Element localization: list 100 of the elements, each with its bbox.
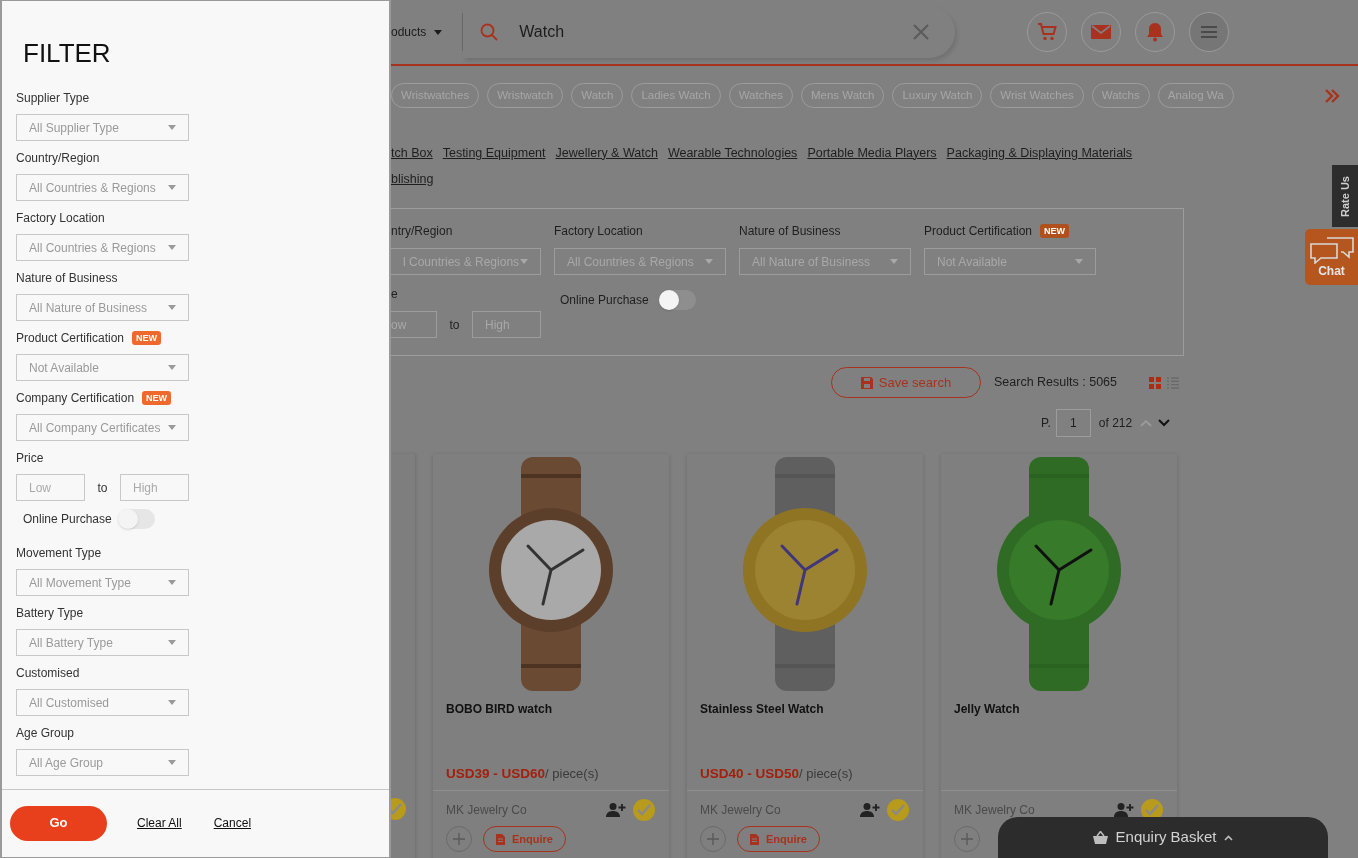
caret-icon xyxy=(1075,259,1083,264)
field-label: Factory Location xyxy=(16,210,105,227)
caret-icon xyxy=(168,640,176,645)
search-icon xyxy=(480,23,499,41)
page-total: of 212 xyxy=(1098,415,1133,432)
basket-icon xyxy=(1092,831,1108,844)
verified-badge-icon xyxy=(632,798,656,822)
category-link[interactable]: Jewellery & Watch xyxy=(555,143,658,163)
chevron-up-icon xyxy=(1224,834,1234,841)
caret-icon xyxy=(168,700,176,705)
toggle-label: Online Purchase xyxy=(23,511,112,528)
menu-icon xyxy=(1201,26,1218,38)
results-count: Search Results : 5065 xyxy=(994,374,1117,392)
caret-icon xyxy=(168,760,176,765)
caret-icon xyxy=(890,259,898,264)
category-menu[interactable]: oducts xyxy=(391,23,443,41)
field-label: Movement Type xyxy=(16,545,102,562)
chevrons-right-icon[interactable] xyxy=(1324,89,1340,103)
category-link[interactable]: Testing Equipment xyxy=(442,143,546,163)
new-badge: NEW xyxy=(132,331,162,345)
field-label: e xyxy=(391,286,399,303)
category-link[interactable]: blishing xyxy=(391,169,434,189)
toggle-label: Online Purchase xyxy=(560,292,649,309)
panel-title: FILTER xyxy=(22,37,112,70)
verified-badge-icon xyxy=(886,798,910,822)
clear-all-link[interactable]: Clear All xyxy=(137,814,182,832)
caret-icon xyxy=(168,580,176,585)
chevron-down-icon[interactable] xyxy=(1158,419,1171,427)
select-field[interactable]: All Countries & Regions xyxy=(16,234,189,261)
select-field[interactable]: All Countries & Regions xyxy=(16,174,189,201)
cancel-link[interactable]: Cancel xyxy=(213,814,252,832)
field-label: ntry/Region xyxy=(391,223,453,240)
field-label: Company Certification xyxy=(16,390,135,407)
search-field[interactable]: Watch xyxy=(463,6,956,58)
product-name: BOBO BIRD watch xyxy=(445,701,553,718)
range-separator: to xyxy=(96,479,109,497)
select-field[interactable]: All Age Group xyxy=(16,749,189,776)
caret-icon xyxy=(168,245,176,250)
add-contact-icon[interactable] xyxy=(606,802,626,818)
select-field[interactable]: All Battery Type xyxy=(16,629,189,656)
clear-icon[interactable] xyxy=(913,24,930,40)
category-link[interactable]: Portable Media Players xyxy=(807,143,937,163)
category-link[interactable]: Packaging & Displaying Materials xyxy=(946,143,1133,163)
caret-icon xyxy=(168,185,176,190)
caret-icon xyxy=(168,125,176,130)
select-field[interactable]: All Company Certificates xyxy=(16,414,189,441)
caret-icon xyxy=(168,365,176,370)
field-label: Customised xyxy=(16,665,80,682)
select-field[interactable]: Not Available xyxy=(16,354,189,381)
menu-button[interactable] xyxy=(1189,12,1230,52)
grid-view-icon[interactable] xyxy=(1149,376,1161,389)
range-separator: to xyxy=(448,316,461,334)
select-field[interactable]: All Customised xyxy=(16,689,189,716)
new-badge: NEW xyxy=(142,391,172,405)
product-name: Stainless Steel Watch xyxy=(699,701,825,718)
price-max-field[interactable]: High xyxy=(120,474,189,501)
field-label: Factory Location xyxy=(554,223,643,240)
category-link[interactable]: tch Box xyxy=(391,143,433,163)
plus-icon xyxy=(453,833,465,845)
product-price: USD40 - USD50/ piece(s) xyxy=(700,765,853,783)
field-label: Nature of Business xyxy=(739,223,841,240)
go-button[interactable]: Go xyxy=(10,805,107,841)
caret-icon xyxy=(705,259,713,264)
page-label: P. xyxy=(1041,415,1051,432)
category-link[interactable]: Wearable Technologies xyxy=(667,143,798,163)
field-label: Country/Region xyxy=(16,150,100,167)
caret-icon xyxy=(168,305,176,310)
add-contact-icon[interactable] xyxy=(860,802,880,818)
toggle-switch[interactable] xyxy=(658,290,696,310)
product-name: Jelly Watch xyxy=(953,701,1021,718)
select-field[interactable]: All Supplier Type xyxy=(16,114,189,141)
field-label: Product Certification xyxy=(924,223,1033,240)
select-field[interactable]: All Movement Type xyxy=(16,569,189,596)
add-contact-icon[interactable] xyxy=(1114,802,1134,818)
caret-icon xyxy=(434,29,443,35)
toggle-switch[interactable] xyxy=(117,509,155,529)
caret-icon xyxy=(168,425,176,430)
plus-icon xyxy=(961,833,973,845)
product-price: USD39 - USD60/ piece(s) xyxy=(446,765,599,783)
field-label: Price xyxy=(16,450,44,467)
document-icon xyxy=(496,833,505,845)
mail-icon xyxy=(1091,24,1112,40)
new-badge: NEW xyxy=(1040,224,1070,238)
enquiry-basket-bar[interactable]: Enquiry Basket xyxy=(998,817,1328,858)
bell-icon xyxy=(1146,22,1165,42)
cart-icon xyxy=(1037,22,1058,42)
chevron-up-icon[interactable] xyxy=(1140,419,1153,427)
rate-us-tab[interactable]: Rate Us xyxy=(1332,165,1358,227)
field-label: Age Group xyxy=(16,725,75,742)
field-label: Nature of Business xyxy=(16,270,118,287)
field-label: Product Certification xyxy=(16,330,125,347)
plus-icon xyxy=(707,833,719,845)
chat-button[interactable]: Chat xyxy=(1305,229,1358,285)
page-field[interactable]: 1 xyxy=(1055,409,1091,437)
caret-icon xyxy=(520,259,528,264)
price-min-field[interactable]: Low xyxy=(16,474,85,501)
speech-bubbles-icon xyxy=(1308,236,1355,264)
select-field[interactable]: All Nature of Business xyxy=(16,294,189,321)
field-label: Supplier Type xyxy=(16,90,90,107)
field-label: Battery Type xyxy=(16,605,84,622)
